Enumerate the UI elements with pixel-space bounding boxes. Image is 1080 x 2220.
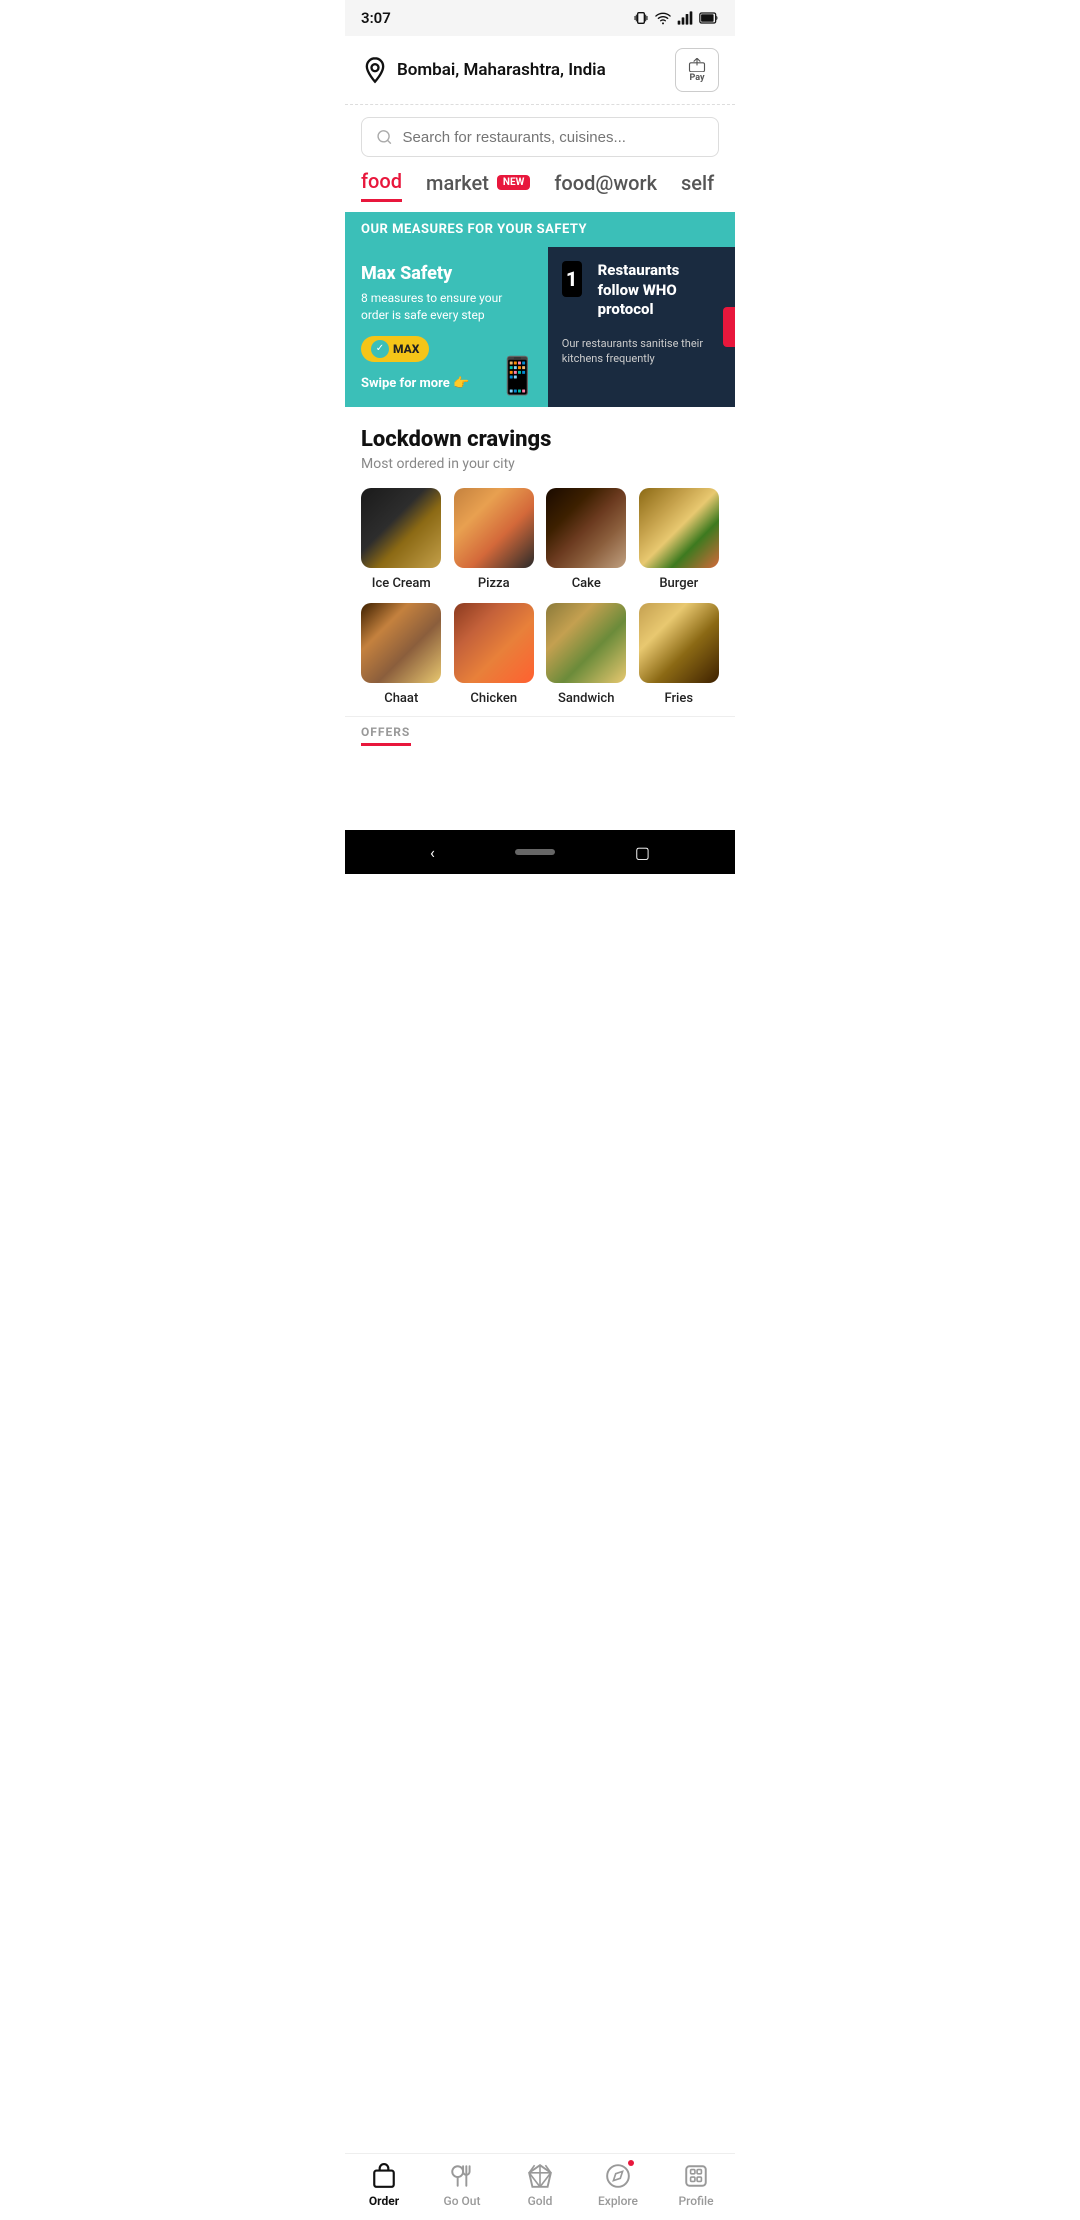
new-badge: NEW — [497, 175, 530, 190]
status-icons — [633, 10, 719, 26]
safety-header: OUR MEASURES FOR YOUR SAFETY — [345, 212, 735, 247]
fork-knife-icon — [448, 2162, 476, 2190]
food-img-sandwich — [546, 603, 626, 683]
bottom-nav: Order Go Out Gold — [345, 2153, 735, 2220]
location-wrap[interactable]: Bombai, Maharashtra, India — [361, 56, 606, 84]
profile-icon — [682, 2162, 710, 2190]
tab-market[interactable]: market NEW — [426, 171, 530, 201]
nav-explore-label: Explore — [598, 2194, 638, 2208]
safety-cards: Max Safety 8 measures to ensure your ord… — [345, 247, 735, 407]
status-bar: 3:07 — [345, 0, 735, 36]
nav-order[interactable]: Order — [345, 2162, 423, 2208]
category-tabs: food market NEW food@work self — [345, 169, 735, 202]
food-label-sandwich: Sandwich — [558, 691, 614, 706]
android-nav-bar: ‹ ▢ — [345, 830, 735, 874]
food-item-cake[interactable]: Cake — [546, 488, 627, 591]
header: Bombai, Maharashtra, India Pay — [345, 36, 735, 105]
food-label-burger: Burger — [659, 576, 698, 591]
food-img-chicken — [454, 603, 534, 683]
compass-icon — [604, 2162, 632, 2190]
home-button[interactable] — [515, 849, 555, 855]
food-label-ice-cream: Ice Cream — [372, 576, 431, 591]
who-number-badge: 1 — [562, 261, 582, 297]
food-item-sandwich[interactable]: Sandwich — [546, 603, 627, 706]
safety-card2-title: Restaurants follow WHO protocol — [598, 261, 721, 320]
food-label-chicken: Chicken — [470, 691, 517, 706]
max-text: MAX — [393, 342, 419, 356]
food-img-burger — [639, 488, 719, 568]
location-text: Bombai, Maharashtra, India — [397, 60, 606, 80]
location-pin-icon — [361, 56, 389, 84]
nav-explore[interactable]: Explore — [579, 2162, 657, 2208]
food-grid: Ice Cream Pizza Cake Burger Chaat Chicke… — [361, 488, 719, 706]
nav-go-out-label: Go Out — [444, 2194, 481, 2208]
food-item-fries[interactable]: Fries — [639, 603, 720, 706]
red-tab — [723, 307, 735, 347]
vibrate-icon — [633, 10, 649, 26]
safety-card1-title: Max Safety — [361, 263, 532, 284]
food-label-cake: Cake — [572, 576, 601, 591]
food-img-pizza — [454, 488, 534, 568]
offers-section: OFFERS — [345, 716, 735, 750]
back-button[interactable]: ‹ — [430, 843, 435, 862]
nav-go-out[interactable]: Go Out — [423, 2162, 501, 2208]
recents-button[interactable]: ▢ — [635, 843, 650, 862]
lockdown-subtitle: Most ordered in your city — [361, 456, 719, 472]
nav-order-label: Order — [369, 2194, 399, 2208]
food-item-pizza[interactable]: Pizza — [454, 488, 535, 591]
food-label-fries: Fries — [664, 691, 693, 706]
battery-icon — [699, 11, 719, 25]
food-item-chaat[interactable]: Chaat — [361, 603, 442, 706]
safety-card2-desc: Our restaurants sanitise their kitchens … — [562, 336, 721, 367]
nav-profile[interactable]: Profile — [657, 2162, 735, 2208]
food-label-pizza: Pizza — [478, 576, 510, 591]
offers-label: OFFERS — [361, 725, 719, 739]
phone-emoji: 📱 — [495, 355, 540, 397]
nav-gold[interactable]: Gold — [501, 2162, 579, 2208]
signal-icon — [677, 10, 693, 26]
diamond-icon — [526, 2162, 554, 2190]
bag-icon — [370, 2162, 398, 2190]
food-label-chaat: Chaat — [384, 691, 418, 706]
max-logo: ✓ MAX — [361, 336, 429, 362]
food-img-ice-cream — [361, 488, 441, 568]
food-img-chaat — [361, 603, 441, 683]
food-item-ice-cream[interactable]: Ice Cream — [361, 488, 442, 591]
tab-self[interactable]: self — [681, 171, 714, 201]
food-item-chicken[interactable]: Chicken — [454, 603, 535, 706]
max-check-icon: ✓ — [371, 340, 389, 358]
safety-header-text: OUR MEASURES FOR YOUR SAFETY — [361, 222, 719, 237]
nav-gold-label: Gold — [528, 2194, 553, 2208]
food-img-cake — [546, 488, 626, 568]
wifi-icon — [655, 10, 671, 26]
nav-profile-label: Profile — [678, 2194, 713, 2208]
food-item-burger[interactable]: Burger — [639, 488, 720, 591]
search-bar[interactable] — [361, 117, 719, 157]
lockdown-title: Lockdown cravings — [361, 427, 719, 452]
safety-card-who[interactable]: 1 Restaurants follow WHO protocol Our re… — [548, 247, 735, 407]
pay-label: Pay — [689, 73, 704, 83]
status-time: 3:07 — [361, 9, 391, 27]
tab-food[interactable]: food — [361, 169, 402, 202]
lockdown-section: Lockdown cravings Most ordered in your c… — [345, 407, 735, 716]
upload-icon — [688, 58, 706, 72]
safety-card1-desc: 8 measures to ensure your order is safe … — [361, 290, 532, 324]
tab-food-at-work[interactable]: food@work — [554, 171, 657, 201]
offers-underline — [361, 743, 411, 746]
search-input[interactable] — [403, 129, 704, 146]
safety-card-max[interactable]: Max Safety 8 measures to ensure your ord… — [345, 247, 548, 407]
food-img-fries — [639, 603, 719, 683]
pay-button[interactable]: Pay — [675, 48, 719, 92]
search-icon — [376, 128, 393, 146]
